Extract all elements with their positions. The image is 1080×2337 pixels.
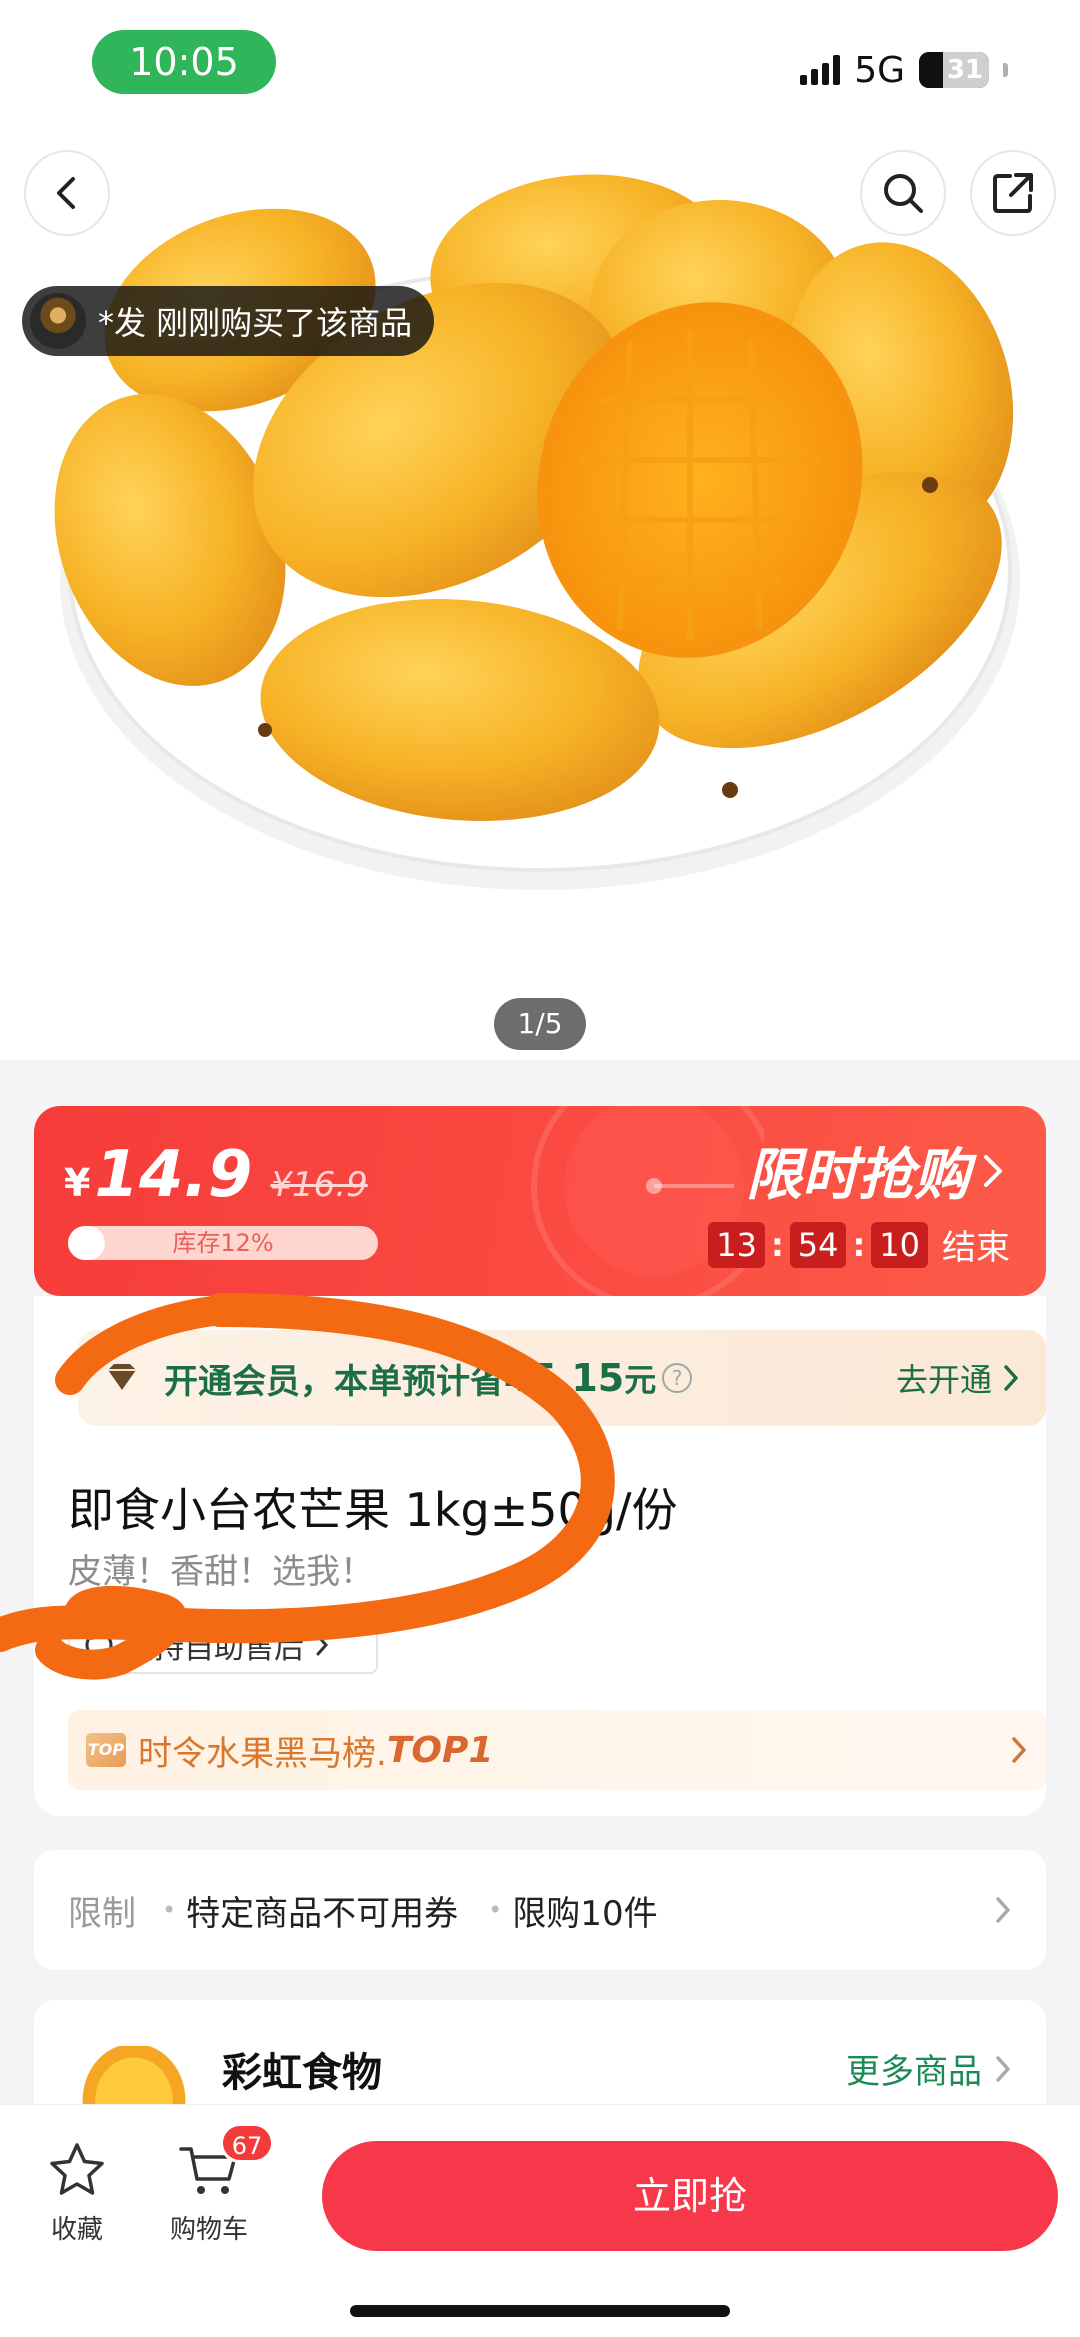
after-sale-label: 支持自助售后 xyxy=(124,1631,304,1666)
product-subtitle: 皮薄！香甜！选我！ xyxy=(68,1552,374,1592)
limits-label: 限制 xyxy=(68,1893,136,1934)
limit-item: 特定商品不可用券 xyxy=(162,1886,458,1935)
star-icon xyxy=(50,2143,104,2195)
chevron-right-icon xyxy=(316,1634,329,1656)
countdown-minutes: 54 xyxy=(789,1221,847,1268)
buy-now-button[interactable]: 立即抢 xyxy=(322,2141,1058,2251)
battery-icon: 31 xyxy=(919,52,989,88)
flash-sale-banner[interactable]: ¥ 14.9 ¥16.9 库存12% 限时抢购 13 : 54 : 10 结束 xyxy=(34,1106,1046,1296)
search-button[interactable] xyxy=(860,150,946,236)
membership-savings: 45.15 xyxy=(504,1356,625,1400)
join-membership-button[interactable]: 去开通 xyxy=(896,1355,1020,1401)
bottom-action-bar: 收藏 购物车 67 立即抢 xyxy=(0,2104,1080,2337)
cart-count-badge: 67 xyxy=(220,2123,274,2163)
chevron-left-icon xyxy=(57,177,75,209)
countdown-separator: : xyxy=(852,1225,866,1264)
more-products-link[interactable]: 更多商品 xyxy=(846,2044,1012,2093)
countdown-timer: 13 : 54 : 10 结束 xyxy=(708,1220,1010,1269)
chevron-right-icon xyxy=(996,1897,1010,1923)
product-title: 即食小台农芒果 1kg±50g/份 xyxy=(68,1483,678,1537)
battery-tip xyxy=(1003,63,1008,77)
recent-buyer-text: *发 刚刚购买了该商品 xyxy=(98,304,413,342)
chevron-right-icon xyxy=(1012,1737,1026,1763)
back-button[interactable] xyxy=(24,150,110,236)
network-type: 5G xyxy=(854,49,905,91)
store-name: 彩虹食物 xyxy=(222,2050,382,2096)
countdown-suffix: 结束 xyxy=(942,1228,1010,1268)
favorite-label: 收藏 xyxy=(50,2215,103,2245)
membership-promo-bar[interactable]: 开通会员，本单预计省 45.15 元 ? 去开通 xyxy=(78,1330,1046,1426)
chevron-right-icon xyxy=(984,1154,1002,1187)
share-button[interactable] xyxy=(970,150,1056,236)
cart-label: 购物车 xyxy=(169,2215,248,2245)
limit-item: 限购10件 xyxy=(488,1886,657,1935)
help-icon[interactable]: ? xyxy=(662,1363,693,1393)
countdown-seconds: 10 xyxy=(871,1221,928,1268)
share-icon xyxy=(993,173,1033,213)
join-membership-label: 去开通 xyxy=(895,1361,992,1399)
price-row: ¥ 14.9 ¥16.9 xyxy=(64,1138,368,1212)
countdown-separator: : xyxy=(770,1225,784,1264)
product-image-gallery[interactable]: 10:05 5G 31 *发 刚刚购买了该商品 1/5 xyxy=(0,0,1080,1060)
shield-icon xyxy=(85,1631,113,1659)
vip-diamond-icon xyxy=(108,1364,136,1390)
search-icon xyxy=(884,174,923,213)
original-price: ¥16.9 xyxy=(270,1165,368,1205)
status-time: 10:05 xyxy=(92,30,276,94)
status-indicators: 5G 31 xyxy=(800,44,1008,96)
ranking-label: 时令水果黑马榜. xyxy=(138,1733,387,1774)
home-indicator xyxy=(350,2305,730,2317)
current-price: 14.9 xyxy=(94,1138,253,1212)
recent-buyer-toast: *发 刚刚购买了该商品 xyxy=(22,286,435,356)
stock-progress-bar: 库存12% xyxy=(68,1226,378,1260)
countdown-hours: 13 xyxy=(708,1221,765,1268)
purchase-limits-row[interactable]: 限制 特定商品不可用券 限购10件 xyxy=(34,1850,1046,1970)
product-info-card: 开通会员，本单预计省 45.15 元 ? 去开通 即食小台农芒果 1kg±50g… xyxy=(34,1296,1046,1816)
flash-sale-label: 限时抢购 xyxy=(746,1143,970,1208)
avatar xyxy=(30,293,86,349)
battery-level: 31 xyxy=(946,55,983,85)
after-sale-tag[interactable]: 支持自助售后 xyxy=(68,1616,378,1674)
product-image xyxy=(54,174,1020,890)
top-badge-icon: TOP xyxy=(86,1733,126,1767)
membership-unit: 元 xyxy=(624,1361,657,1399)
stock-label: 库存12% xyxy=(172,1229,274,1257)
ranking-bar[interactable]: TOP 时令水果黑马榜. TOP1 xyxy=(68,1710,1046,1790)
favorite-button[interactable]: 收藏 xyxy=(22,2141,132,2246)
ranking-position: TOP1 xyxy=(386,1729,494,1771)
signal-icon xyxy=(800,55,841,85)
currency-symbol: ¥ xyxy=(64,1161,91,1205)
more-products-label: 更多商品 xyxy=(846,2052,982,2092)
membership-text: 开通会员，本单预计省 xyxy=(164,1361,504,1402)
image-pager: 1/5 xyxy=(494,998,586,1050)
chevron-right-icon xyxy=(1004,1365,1018,1391)
flash-sale-title[interactable]: 限时抢购 xyxy=(746,1130,1006,1211)
cart-button[interactable]: 购物车 67 xyxy=(154,2123,274,2246)
chevron-right-icon xyxy=(996,2055,1010,2082)
